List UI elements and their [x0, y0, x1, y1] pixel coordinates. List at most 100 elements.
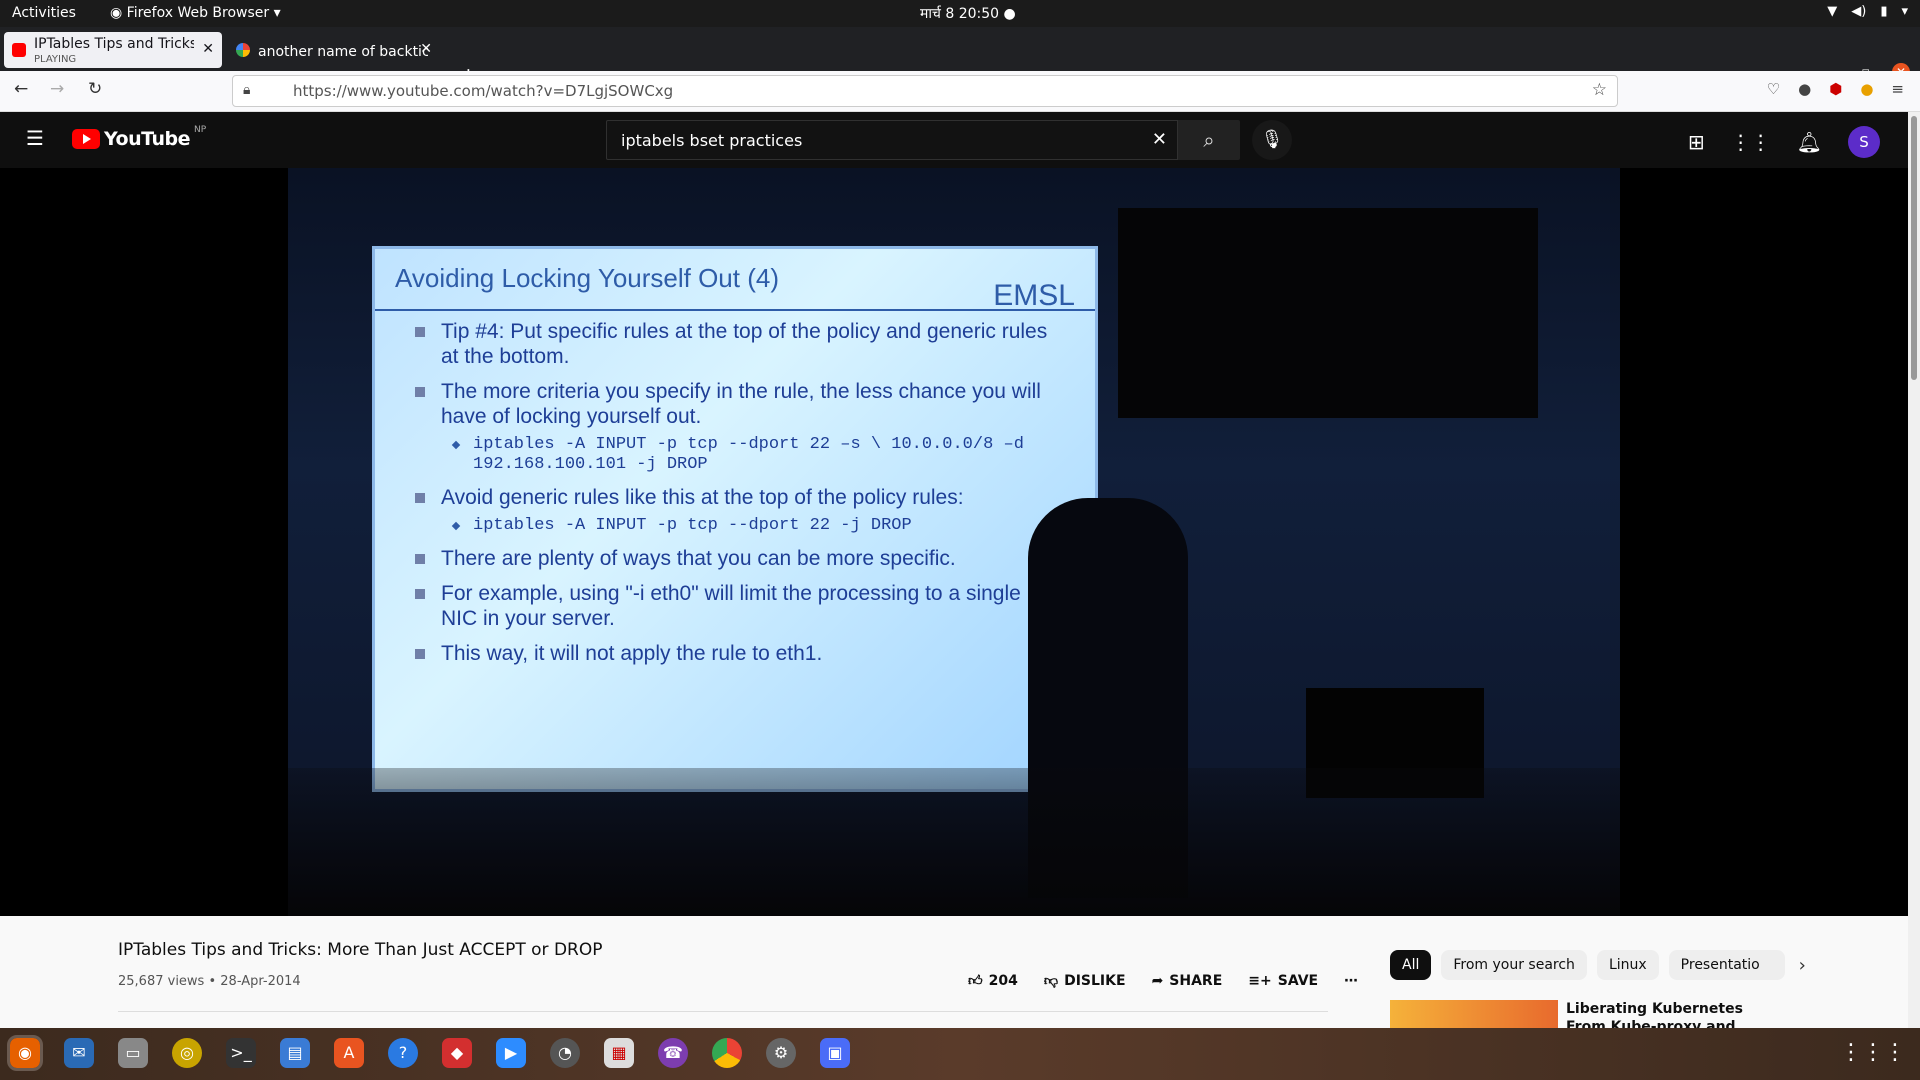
search-box: ✕: [606, 120, 1178, 160]
chrome-icon[interactable]: [712, 1038, 742, 1068]
country-code: NP: [193, 125, 207, 135]
bookmark-star-icon[interactable]: ☆: [1592, 80, 1607, 100]
slide-bullet: There are plenty of ways that you can be…: [415, 546, 1055, 571]
anydesk-icon[interactable]: ◆: [442, 1038, 472, 1068]
activities-button[interactable]: Activities: [12, 5, 76, 21]
toolbar-extensions: ♡ ● ⬢ ● ≡: [1767, 80, 1904, 98]
youtube-play-icon: [72, 129, 100, 149]
tab-google[interactable]: another name of backtick ✕: [228, 32, 440, 68]
slide-bullet-list: Tip #4: Put specific rules at the top of…: [415, 319, 1055, 676]
writer-icon[interactable]: ▤: [280, 1038, 310, 1068]
slide-logo: EMSL: [993, 279, 1075, 312]
forward-arrow-icon[interactable]: →: [50, 79, 64, 99]
masthead-actions: ⊞ ⋮⋮ 🔔︎ S: [1688, 126, 1880, 158]
slide-bullet: The more criteria you specify in the rul…: [415, 379, 1055, 429]
app-menu-label: Firefox Web Browser: [126, 5, 270, 21]
tab-playing-label: PLAYING: [34, 54, 77, 65]
thunderbird-icon[interactable]: ✉: [64, 1038, 94, 1068]
slide-bullet: This way, it will not apply the rule to …: [415, 641, 1055, 666]
guide-menu-icon[interactable]: ☰: [26, 126, 44, 150]
chip-from-your-search[interactable]: From your search: [1441, 950, 1587, 980]
slide-title: Avoiding Locking Yourself Out (4): [395, 263, 779, 293]
caret-down-icon: ▾: [273, 5, 281, 21]
search-input[interactable]: [619, 127, 1123, 153]
hamburger-menu-icon[interactable]: ≡: [1891, 80, 1904, 98]
app-menu[interactable]: ◉ Firefox Web Browser ▾: [110, 5, 281, 21]
tab-strip: IPTables Tips and Tricks: M PLAYING ✕ an…: [0, 27, 1920, 87]
chip-presentations[interactable]: Presentatio: [1668, 950, 1785, 980]
youtube-masthead: ☰ YouTube NP ✕ ⌕ 🎙︎ ⊞ ⋮⋮ 🔔︎ S: [0, 112, 1920, 168]
profile-extension-icon[interactable]: ●: [1798, 80, 1811, 98]
screenshot-icon[interactable]: ▣: [820, 1038, 850, 1068]
chip-all[interactable]: All: [1390, 950, 1432, 980]
voice-search-button[interactable]: 🎙︎: [1252, 120, 1292, 160]
adblock-icon[interactable]: ⬢: [1829, 80, 1842, 98]
firefox-icon: ◉: [110, 5, 123, 21]
battery-icon: ▮: [1880, 4, 1888, 19]
terminal-icon[interactable]: >_: [226, 1038, 256, 1068]
page-scrollbar[interactable]: [1908, 112, 1920, 1028]
google-favicon-icon: [236, 43, 250, 57]
tab-youtube[interactable]: IPTables Tips and Tricks: M PLAYING ✕: [4, 32, 222, 68]
rhythmbox-icon[interactable]: ◎: [172, 1038, 202, 1068]
ubuntu-dock: ◉ ✉ ▭ ◎ >_ ▤ A ? ◆ ▶ ◔ ▦ ☎ ⚙ ▣ ⋮⋮⋮: [0, 1028, 1920, 1080]
document-viewer-icon[interactable]: ▦: [604, 1038, 634, 1068]
chip-linux[interactable]: Linux: [1596, 950, 1659, 980]
dislike-button[interactable]: 👎︎ DISLIKE: [1044, 972, 1126, 990]
video-player[interactable]: Avoiding Locking Yourself Out (4) EMSL T…: [0, 168, 1908, 916]
navigation-bar: ← → ↻ 🔒︎ https://www.youtube.com/watch?v…: [0, 71, 1920, 112]
zoom-icon[interactable]: ▶: [496, 1038, 526, 1068]
notification-dot-icon: ●: [1003, 6, 1016, 22]
show-applications-icon[interactable]: ⋮⋮⋮: [1840, 1040, 1906, 1065]
pocket-icon[interactable]: ♡: [1767, 80, 1780, 98]
url-bar[interactable]: 🔒︎ https://www.youtube.com/watch?v=D7Lgj…: [232, 75, 1618, 107]
clock[interactable]: मार्च 8 20:50 ●: [920, 4, 1016, 23]
avatar[interactable]: S: [1848, 126, 1880, 158]
share-button[interactable]: ➦ SHARE: [1152, 973, 1223, 989]
lock-icon[interactable]: 🔒︎: [243, 82, 250, 98]
like-button[interactable]: 👍︎ 204: [968, 972, 1018, 990]
upload-date: 28-Apr-2014: [220, 974, 301, 989]
share-arrow-icon: ➦: [1151, 972, 1164, 989]
close-tab-icon[interactable]: ✕: [420, 41, 432, 57]
reload-icon[interactable]: ↻: [88, 79, 102, 99]
scrollbar-thumb[interactable]: [1911, 116, 1917, 380]
volume-icon: ◀): [1851, 4, 1867, 19]
video-frame[interactable]: Avoiding Locking Yourself Out (4) EMSL T…: [288, 168, 1620, 916]
apps-grid-icon[interactable]: ⋮⋮: [1731, 130, 1771, 154]
search-button[interactable]: ⌕: [1178, 120, 1240, 160]
clear-search-icon[interactable]: ✕: [1152, 129, 1167, 150]
save-label: SAVE: [1277, 972, 1319, 989]
clock-icon[interactable]: ◔: [550, 1038, 580, 1068]
youtube-logo[interactable]: YouTube NP: [72, 125, 207, 150]
youtube-wordmark: YouTube: [104, 128, 190, 150]
settings-gear-icon[interactable]: ⚙: [766, 1038, 796, 1068]
dislike-label: DISLIKE: [1064, 972, 1126, 989]
system-top-bar: Activities ◉ Firefox Web Browser ▾ मार्च…: [0, 0, 1920, 27]
slide-bullet: Tip #4: Put specific rules at the top of…: [415, 319, 1055, 369]
help-icon[interactable]: ?: [388, 1038, 418, 1068]
close-tab-icon[interactable]: ✕: [202, 41, 214, 57]
recommended-title[interactable]: Liberating Kubernetes From Kube-proxy an…: [1566, 1000, 1766, 1028]
save-button[interactable]: ≡+ SAVE: [1248, 973, 1318, 989]
chevron-right-icon[interactable]: ›: [1799, 955, 1806, 976]
video-info: 25,687 views • 28-Apr-2014: [118, 974, 301, 989]
files-icon[interactable]: ▭: [118, 1038, 148, 1068]
slide-bullet: For example, using "-i eth0" will limit …: [415, 581, 1055, 631]
url-text[interactable]: https://www.youtube.com/watch?v=D7LgjSOW…: [293, 82, 673, 100]
recommended-thumbnail[interactable]: [1390, 1000, 1558, 1028]
software-center-icon[interactable]: A: [334, 1038, 364, 1068]
viber-icon[interactable]: ☎: [658, 1038, 688, 1068]
firefox-icon[interactable]: ◉: [7, 1035, 43, 1071]
tab-title: IPTables Tips and Tricks: M: [34, 36, 194, 52]
create-video-icon[interactable]: ⊞: [1688, 130, 1705, 154]
audience-silhouettes: [288, 768, 1620, 916]
notifications-bell-icon[interactable]: 🔔︎: [1797, 130, 1822, 154]
separator-dot: •: [208, 974, 221, 989]
watch-metadata: IPTables Tips and Tricks: More Than Just…: [0, 916, 1908, 1028]
extension-icon[interactable]: ●: [1860, 80, 1873, 98]
system-tray[interactable]: ▼ ◀) ▮ ▾: [1827, 4, 1908, 19]
more-actions-icon[interactable]: ⋯: [1344, 973, 1358, 989]
video-title: IPTables Tips and Tricks: More Than Just…: [118, 940, 603, 960]
back-arrow-icon[interactable]: ←: [14, 79, 28, 99]
